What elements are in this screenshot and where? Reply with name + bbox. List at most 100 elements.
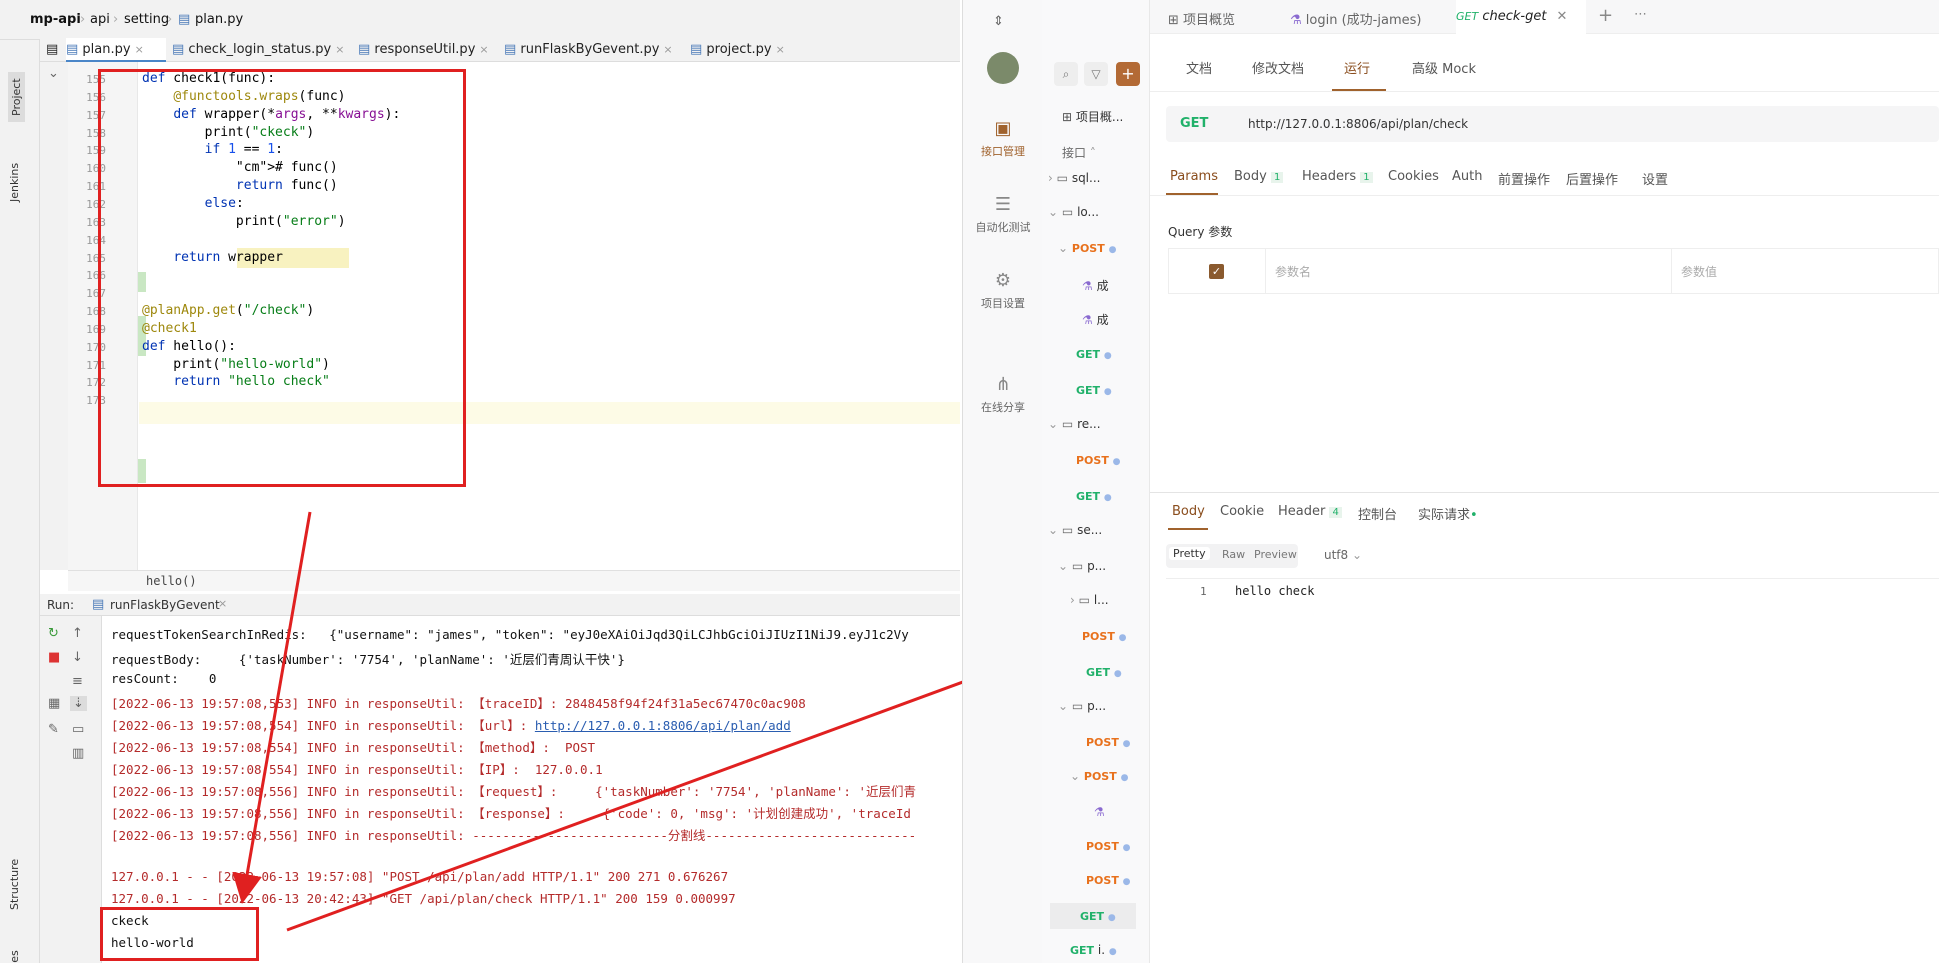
tree-label: p... (1087, 559, 1107, 573)
tree-folder[interactable]: ⌄ ▭ se... (1048, 523, 1102, 537)
format-pretty[interactable]: Pretty (1169, 547, 1210, 560)
active-tab-underline (1168, 528, 1208, 530)
ptab-post-script[interactable]: 后置操作 (1566, 169, 1618, 188)
checkbox[interactable]: ✓ (1209, 264, 1224, 279)
annotation-arrow (232, 511, 312, 904)
case-icon: ⚗ (1290, 13, 1306, 28)
avatar[interactable] (987, 52, 1019, 84)
subtab-edit-doc[interactable]: 修改文档 (1252, 58, 1304, 77)
tree-project-overview[interactable]: ⊞ 项目概... (1062, 108, 1123, 125)
filter-icon[interactable]: ▽ (1084, 62, 1108, 86)
line-number: 1 (1200, 585, 1207, 598)
tree-folder[interactable]: ⌄ ▭ p... (1058, 699, 1106, 713)
chevron-down-icon: ⌄ (1048, 523, 1059, 537)
status-dot-icon: ● (1122, 739, 1131, 749)
more-icon[interactable]: ⋯ (1634, 7, 1647, 22)
tree-endpoint[interactable]: POST ● (1076, 453, 1121, 467)
format-preview[interactable]: Preview (1254, 548, 1297, 561)
divider (1150, 195, 1939, 196)
close-icon[interactable]: ✕ (1556, 9, 1567, 24)
case-icon: ⚗ (1094, 805, 1105, 819)
method-badge: GET (1076, 490, 1101, 503)
nav-auto-test[interactable]: ☰ 自动化测试 (963, 194, 1043, 235)
ptab-settings[interactable]: 设置 (1642, 169, 1668, 188)
ptab-pre-script[interactable]: 前置操作 (1498, 169, 1550, 188)
nav-online-share[interactable]: ⋔ 在线分享 (963, 374, 1043, 415)
tree-endpoint[interactable]: GET ● (1076, 489, 1112, 503)
tree-endpoint[interactable]: POST ● (1086, 839, 1131, 853)
tree-endpoint[interactable]: POST ● (1082, 629, 1127, 643)
tree-folder[interactable]: ⌄ ▭ p... (1058, 559, 1106, 573)
tree-endpoint[interactable]: POST ● (1086, 873, 1131, 887)
tree-folder[interactable]: ⌄ ▭ lo... (1048, 205, 1099, 219)
rtab-console[interactable]: 控制台 (1358, 504, 1397, 523)
tab-label: 实际请求 (1418, 508, 1471, 523)
param-value-input[interactable]: 参数值 (1681, 263, 1717, 280)
rtab-body[interactable]: Body (1172, 504, 1205, 519)
tree-endpoint[interactable]: ⌄ POST ● (1058, 241, 1116, 255)
search-icon[interactable]: ⌕ (1054, 62, 1078, 86)
url-input[interactable]: http://127.0.0.1:8806/api/plan/check (1248, 117, 1468, 131)
tab-project-overview[interactable]: ⊞ 项目概览 (1168, 9, 1235, 28)
tree-label: re... (1077, 417, 1101, 431)
new-tab-icon[interactable]: + (1598, 5, 1613, 26)
encoding-select[interactable]: utf8 ⌄ (1324, 548, 1362, 562)
tree-folder[interactable]: › ▭ sql... (1048, 171, 1100, 185)
tree-endpoint[interactable]: ⌄ POST ● (1070, 769, 1128, 783)
tree-endpoint[interactable]: GET i. ● (1070, 943, 1117, 957)
tab-label: Headers (1302, 169, 1357, 184)
rtab-cookie[interactable]: Cookie (1220, 504, 1264, 519)
nav-api-management[interactable]: ▣ 接口管理 (963, 118, 1043, 159)
status-dot-icon: ● (1108, 245, 1117, 255)
rtab-header[interactable]: Header 4 (1278, 504, 1342, 519)
add-button[interactable]: + (1116, 62, 1140, 86)
response-body[interactable]: 1 hello check (1166, 578, 1939, 963)
divider (1150, 492, 1939, 493)
nav-project-settings[interactable]: ⚙ 项目设置 (963, 270, 1043, 311)
tree-case[interactable]: ⚗ 成 (1082, 311, 1109, 328)
tab-label: check-get (1482, 9, 1547, 24)
tree-section-api[interactable]: 接口 ˄ (1062, 144, 1096, 161)
tree-endpoint[interactable]: GET ● (1086, 665, 1122, 679)
tree-endpoint[interactable]: GET ● (1076, 347, 1112, 361)
url-bar[interactable]: GET http://127.0.0.1:8806/api/plan/check (1166, 106, 1939, 142)
tree-folder[interactable]: ⌄ ▭ re... (1048, 417, 1101, 431)
tree-section-label: 接口 (1062, 146, 1087, 160)
format-raw[interactable]: Raw (1222, 548, 1245, 561)
folder-icon: ▭ (1071, 699, 1084, 713)
folder-icon: ▭ (1061, 523, 1074, 537)
ptab-body[interactable]: Body 1 (1234, 169, 1284, 184)
nav-label: 接口管理 (981, 145, 1025, 158)
tree-endpoint[interactable]: GET ● (1076, 383, 1112, 397)
count-badge: 4 (1329, 507, 1342, 518)
tree-header-label: 项目概... (1075, 110, 1124, 124)
folder-icon: ▭ (1056, 171, 1068, 185)
param-name-input[interactable]: 参数名 (1275, 263, 1311, 280)
method-badge: GET (1070, 944, 1095, 957)
tree-label: p... (1087, 699, 1107, 713)
format-toggle: Pretty Raw Preview (1166, 544, 1298, 568)
chevron-right-icon: › (1048, 171, 1053, 185)
ptab-auth[interactable]: Auth (1452, 169, 1482, 184)
tree-endpoint[interactable]: GET ● (1050, 903, 1136, 929)
tree-endpoint[interactable]: POST ● (1086, 735, 1131, 749)
tree-case[interactable]: ⚗ (1094, 805, 1105, 819)
subtab-run[interactable]: 运行 (1344, 58, 1370, 77)
subtab-doc[interactable]: 文档 (1186, 58, 1212, 77)
rtab-actual-request[interactable]: 实际请求• (1418, 504, 1478, 523)
subtab-mock[interactable]: 高级 Mock (1412, 58, 1476, 77)
query-title: Query 参数 (1168, 225, 1233, 239)
settings-icon: ⚙ (994, 270, 1012, 291)
ptab-headers[interactable]: Headers 1 (1302, 169, 1373, 184)
ptab-params[interactable]: Params (1170, 169, 1218, 184)
api-tree: ⌕ ▽ + ⊞ 项目概... 接口 ˄ › ▭ sql... ⌄ ▭ lo... ⌄… (1042, 0, 1150, 963)
ptab-cookies[interactable]: Cookies (1388, 169, 1439, 184)
collapse-toggle-icon[interactable]: ⇕ (993, 14, 1004, 29)
tab-check-get[interactable]: GET check-get ✕ (1456, 0, 1586, 34)
method-select[interactable]: GET (1180, 116, 1208, 131)
query-table: ✓ 参数名 参数值 (1168, 248, 1939, 294)
method-badge: POST (1071, 242, 1105, 255)
tree-folder[interactable]: › ▭ l... (1070, 593, 1109, 607)
tree-case[interactable]: ⚗ 成 (1082, 277, 1109, 294)
tab-login-case[interactable]: ⚗ login (成功-james) (1290, 9, 1421, 28)
